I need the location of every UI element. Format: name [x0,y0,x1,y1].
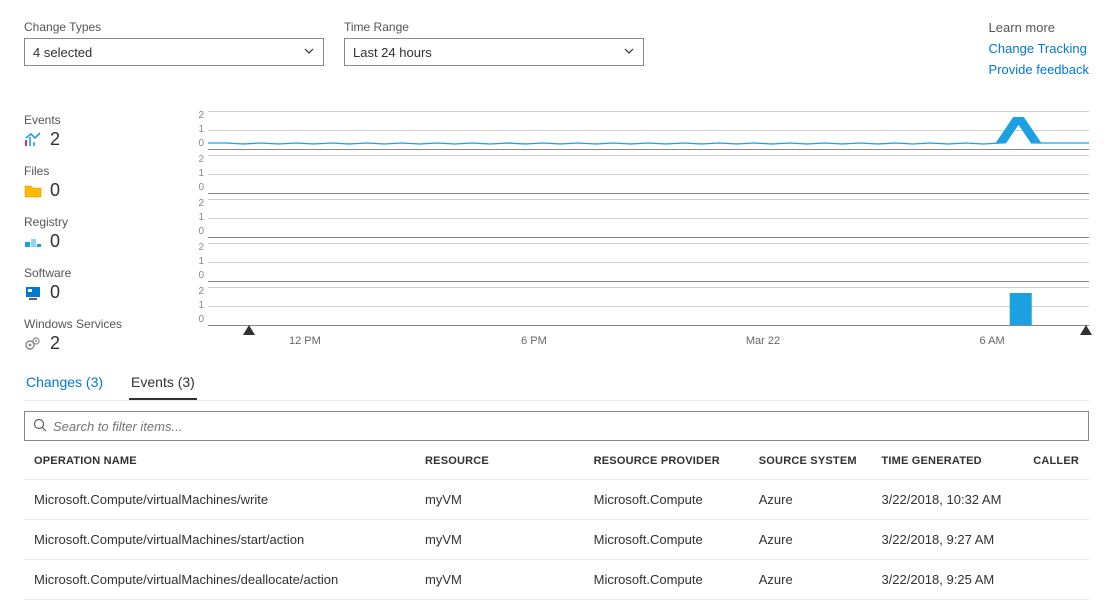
category-count: 0 [50,180,60,201]
category-summary-column: Events 2 Files 0 Registry [24,111,184,354]
category-label: Windows Services [24,317,184,331]
chevron-down-icon [623,45,635,60]
range-marker-left[interactable] [243,325,255,335]
chart-software: 210 [184,243,1089,281]
col-resource[interactable]: RESOURCE [415,441,584,480]
filter-bar: Change Types 4 selected Time Range Last … [24,20,1089,83]
change-types-dropdown[interactable]: 4 selected [24,38,324,66]
tab-events[interactable]: Events (3) [129,368,197,400]
search-input[interactable] [53,419,1080,434]
category-label: Software [24,266,184,280]
table-header-row: OPERATION NAME RESOURCE RESOURCE PROVIDE… [24,441,1089,480]
software-icon [24,285,42,301]
chart-x-axis: 12 PM 6 PM Mar 22 6 AM [208,331,1089,353]
time-range-dropdown[interactable]: Last 24 hours [344,38,644,66]
time-range-label: Time Range [344,20,644,34]
category-registry: Registry 0 [24,215,184,252]
category-files: Files 0 [24,164,184,201]
range-marker-right[interactable] [1080,325,1092,335]
table-row[interactable]: Microsoft.Compute/virtualMachines/deallo… [24,560,1089,600]
chart-registry: 210 [184,199,1089,237]
category-count: 0 [50,231,60,252]
chart-windows-services: 210 [184,287,1089,325]
category-events: Events 2 [24,113,184,150]
category-label: Registry [24,215,184,229]
category-count: 2 [50,333,60,354]
category-label: Events [24,113,184,127]
summary-and-charts: Events 2 Files 0 Registry [24,111,1089,354]
registry-icon [24,234,42,250]
search-box[interactable] [24,411,1089,441]
col-resource-provider[interactable]: RESOURCE PROVIDER [584,441,749,480]
category-count: 0 [50,282,60,303]
time-range-value: Last 24 hours [353,45,432,60]
col-operation-name[interactable]: OPERATION NAME [24,441,415,480]
category-label: Files [24,164,184,178]
tab-bar: Changes (3) Events (3) [24,368,1089,401]
change-types-label: Change Types [24,20,324,34]
gear-icon [24,336,42,352]
category-count: 2 [50,129,60,150]
chart-files: 210 [184,155,1089,193]
change-types-value: 4 selected [33,45,92,60]
learn-more-heading: Learn more [989,20,1089,35]
category-windows-services: Windows Services 2 [24,317,184,354]
category-software: Software 0 [24,266,184,303]
table-row[interactable]: Microsoft.Compute/virtualMachines/write … [24,480,1089,520]
chevron-down-icon [303,45,315,60]
col-time-generated[interactable]: TIME GENERATED [871,441,1023,480]
change-types-filter: Change Types 4 selected [24,20,324,83]
chart-events: 210 [184,111,1089,149]
search-icon [33,418,47,435]
col-caller[interactable]: CALLER [1023,441,1089,480]
charts-column: 210 210 210 210 [184,111,1089,354]
tab-changes[interactable]: Changes (3) [24,368,105,400]
learn-more-link-feedback[interactable]: Provide feedback [989,62,1089,77]
time-range-filter: Time Range Last 24 hours [344,20,644,83]
col-source-system[interactable]: SOURCE SYSTEM [749,441,872,480]
folder-icon [24,183,42,199]
events-icon [24,132,42,148]
table-row[interactable]: Microsoft.Compute/virtualMachines/start/… [24,520,1089,560]
learn-more-link-change-tracking[interactable]: Change Tracking [989,41,1089,56]
learn-more-section: Learn more Change Tracking Provide feedb… [989,20,1089,83]
events-table: OPERATION NAME RESOURCE RESOURCE PROVIDE… [24,441,1089,600]
